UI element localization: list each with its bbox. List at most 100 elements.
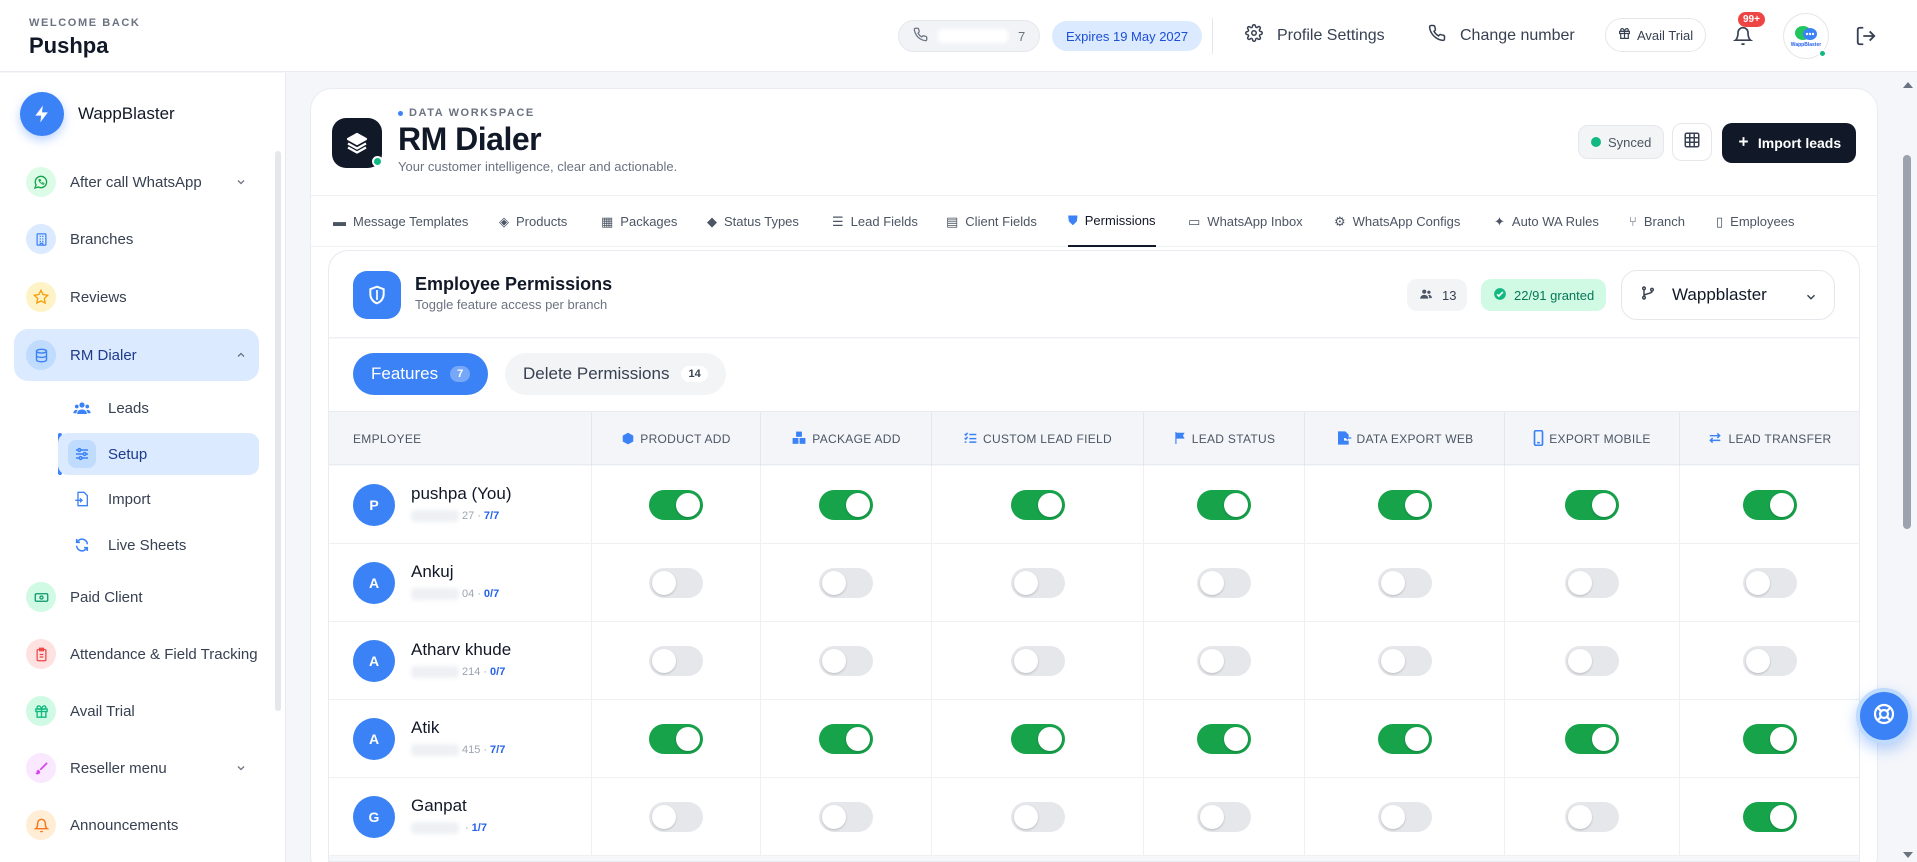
toggle-custom-lead-field[interactable] (1010, 723, 1065, 754)
sidebar-scrollbar[interactable] (275, 151, 281, 711)
permission-cell (1679, 778, 1859, 855)
sidebar-item-after-call-whatsapp[interactable]: After call WhatsApp (14, 157, 259, 207)
toggle-custom-lead-field[interactable] (1010, 645, 1065, 676)
toggle-data-export-web[interactable] (1377, 567, 1432, 598)
toggle-custom-lead-field[interactable] (1010, 801, 1065, 832)
change-number-link[interactable]: Change number (1428, 24, 1575, 47)
users-icon (68, 394, 96, 422)
toggle-custom-lead-field[interactable] (1010, 489, 1065, 520)
tab-packages[interactable]: ▦ Packages (601, 196, 677, 247)
sidebar-item-announcements[interactable]: Announcements (14, 800, 259, 850)
sidebar-subitem-setup[interactable]: Setup (58, 433, 259, 475)
divider (1212, 18, 1213, 54)
toggle-lead-transfer[interactable] (1742, 645, 1797, 676)
inbox-icon: ▭ (1188, 213, 1201, 229)
toggle-export-mobile[interactable] (1565, 723, 1619, 754)
sidebar-item-label: Branches (70, 230, 134, 248)
chevron-down-icon[interactable] (235, 761, 247, 778)
sidebar-item-rm-dialer[interactable]: RM Dialer (14, 329, 259, 381)
toggle-data-export-web[interactable] (1377, 645, 1432, 676)
toggle-lead-status[interactable] (1197, 801, 1251, 832)
sidebar-item-avail-trial[interactable]: Avail Trial (14, 686, 259, 736)
toggle-lead-status[interactable] (1197, 567, 1251, 598)
toggle-export-mobile[interactable] (1565, 567, 1619, 598)
toggle-export-mobile[interactable] (1565, 489, 1619, 520)
scroll-up-arrow-icon[interactable] (1903, 82, 1913, 88)
tab-whatsapp-configs[interactable]: ⚙ WhatsApp Configs (1334, 196, 1460, 247)
toggle-package-add[interactable] (819, 645, 873, 676)
branch-select[interactable]: Wappblaster (1621, 270, 1835, 320)
permission-cell (1304, 544, 1504, 621)
logout-icon[interactable] (1855, 25, 1877, 52)
tab-client-fields[interactable]: ▤ Client Fields (946, 196, 1037, 247)
toggle-lead-transfer[interactable] (1742, 801, 1797, 832)
separator: · (483, 744, 488, 756)
chevron-up-icon[interactable] (235, 348, 247, 365)
sidebar-item-branches[interactable]: Branches (14, 214, 259, 264)
toggle-package-add[interactable] (819, 801, 873, 832)
granted-badge: 22/91 granted (1481, 279, 1607, 311)
toggle-export-mobile[interactable] (1565, 801, 1619, 832)
toggle-data-export-web[interactable] (1377, 723, 1432, 754)
tab-branch[interactable]: ⑂ Branch (1629, 196, 1685, 247)
notification-bell-icon[interactable] (1732, 25, 1754, 52)
sidebar-item-reseller-menu[interactable]: Reseller menu (14, 743, 259, 793)
tab-auto-wa-rules[interactable]: ✦ Auto WA Rules (1494, 196, 1599, 247)
toggle-package-add[interactable] (819, 567, 873, 598)
toggle-lead-status[interactable] (1197, 489, 1251, 520)
tab-lead-fields[interactable]: ☰ Lead Fields (832, 196, 918, 247)
toggle-lead-status[interactable] (1197, 645, 1251, 676)
permission-cell (1504, 466, 1679, 543)
import-leads-button[interactable]: Import leads (1722, 123, 1856, 163)
delete-permissions-tab[interactable]: Delete Permissions 14 (505, 353, 726, 395)
sidebar-item-attendance[interactable]: Attendance & Field Tracking (14, 629, 259, 679)
toggle-export-mobile[interactable] (1565, 645, 1619, 676)
toggle-product-add[interactable] (649, 567, 703, 598)
column-label: PRODUCT ADD (640, 432, 731, 446)
toggle-lead-transfer[interactable] (1742, 723, 1797, 754)
avail-trial-button[interactable]: Avail Trial (1605, 18, 1707, 52)
tab-permissions[interactable]: ⛊ Permissions (1068, 196, 1156, 247)
sidebar-subitem-live-sheets[interactable]: Live Sheets (58, 524, 259, 566)
profile-settings-link[interactable]: Profile Settings (1245, 24, 1385, 47)
grid-view-button[interactable] (1672, 123, 1712, 161)
employee-avatar: A (353, 718, 395, 760)
toggle-product-add[interactable] (649, 645, 703, 676)
tab-whatsapp-inbox[interactable]: ▭ WhatsApp Inbox (1188, 196, 1303, 247)
toggle-lead-transfer[interactable] (1742, 567, 1797, 598)
help-button[interactable] (1856, 688, 1912, 744)
toggle-package-add[interactable] (819, 489, 873, 520)
toggle-product-add[interactable] (649, 801, 703, 832)
employee-name: Ankuj (411, 562, 454, 581)
tab-status-types[interactable]: ◆ Status Types (707, 196, 799, 247)
sidebar-subitem-leads[interactable]: Leads (58, 387, 259, 429)
column-label: LEAD STATUS (1191, 432, 1276, 446)
toggle-lead-transfer[interactable] (1742, 489, 1797, 520)
tab-label: Message Templates (353, 214, 469, 229)
branch-icon: ⑂ (1629, 214, 1637, 229)
chevron-down-icon[interactable] (235, 175, 247, 192)
toggle-product-add[interactable] (649, 489, 703, 520)
tab-products[interactable]: ◈ Products (499, 196, 567, 247)
sidebar-item-label: Paid Client (70, 588, 143, 606)
phone-pill[interactable]: 7 (898, 20, 1040, 52)
toggle-custom-lead-field[interactable] (1010, 567, 1065, 598)
sidebar-subitem-import[interactable]: Import (58, 478, 259, 520)
sidebar-item-reviews[interactable]: Reviews (14, 272, 259, 322)
brand[interactable]: WappBlaster (20, 92, 175, 136)
tab-message-templates[interactable]: ▬ Message Templates (333, 196, 468, 247)
toggle-product-add[interactable] (649, 723, 703, 754)
toggle-lead-status[interactable] (1197, 723, 1251, 754)
permission-cell (931, 622, 1143, 699)
page-scrollbar[interactable] (1903, 155, 1911, 529)
granted-label: 22/91 granted (1514, 287, 1595, 303)
toggle-package-add[interactable] (819, 723, 873, 754)
toggle-data-export-web[interactable] (1377, 801, 1432, 832)
permission-cell (760, 778, 931, 855)
tab-employees[interactable]: ▯ Employees (1716, 196, 1794, 247)
features-tab[interactable]: Features 7 (353, 353, 489, 395)
sidebar-item-paid-client[interactable]: Paid Client (14, 572, 259, 622)
toggle-data-export-web[interactable] (1377, 489, 1432, 520)
chevron-down-icon (1804, 289, 1818, 309)
scroll-down-arrow-icon[interactable] (1903, 852, 1913, 858)
